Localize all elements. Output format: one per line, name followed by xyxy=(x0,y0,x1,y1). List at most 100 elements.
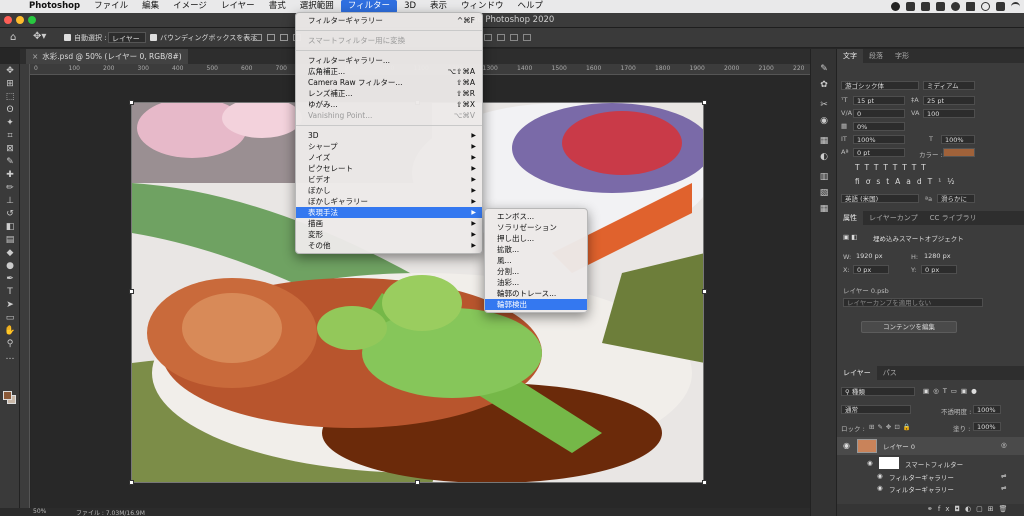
path-select-icon[interactable]: ➤ xyxy=(0,298,20,311)
edit-contents-button[interactable]: コンテンツを編集 xyxy=(861,321,957,333)
align-right-icon[interactable] xyxy=(280,34,288,41)
transform-handle[interactable] xyxy=(702,100,707,105)
tracking-field[interactable]: 100 xyxy=(923,109,975,118)
transform-handle[interactable] xyxy=(129,289,134,294)
menu-item[interactable]: 拡散... xyxy=(485,244,587,255)
layer-row[interactable]: ◉ フィルターギャラリー ⇌ xyxy=(837,482,1024,494)
menu-edit[interactable]: 編集 xyxy=(135,0,166,13)
filter-options-icon[interactable]: ⇌ xyxy=(1001,472,1006,480)
tab-layer-comps[interactable]: レイヤーカンプ xyxy=(863,211,924,225)
eye-icon[interactable]: ◉ xyxy=(843,441,850,450)
bbox-checkbox[interactable] xyxy=(150,34,157,41)
tab-paragraph[interactable]: 段落 xyxy=(863,49,889,63)
more-tools-icon[interactable]: … xyxy=(0,350,20,363)
styles-icon[interactable]: ◐ xyxy=(811,149,837,165)
file-size-info[interactable]: ファイル : 7.03M/16.9M xyxy=(76,508,145,516)
layer-comp-select[interactable]: レイヤーカンプを適用しない xyxy=(843,298,983,307)
auto-select-dropdown[interactable]: レイヤー xyxy=(108,32,146,43)
layer-row[interactable]: ◉ フィルターギャラリー ⇌ xyxy=(837,470,1024,482)
menu-layer[interactable]: レイヤー xyxy=(214,0,262,13)
tab-layers[interactable]: レイヤー xyxy=(837,366,877,380)
vertical-scale-field[interactable]: 100% xyxy=(853,135,905,144)
cloud-icon[interactable] xyxy=(906,2,915,11)
3d-pan-icon[interactable] xyxy=(510,34,518,41)
eye-icon[interactable]: ◉ xyxy=(867,459,873,467)
line-icon[interactable] xyxy=(891,2,900,11)
eyedropper-icon[interactable]: ✎ xyxy=(0,155,20,168)
width-field[interactable]: 1920 px xyxy=(853,252,903,261)
swatches-icon[interactable]: ▦ xyxy=(811,133,837,149)
zoom-icon[interactable]: ⚲ xyxy=(0,337,20,350)
menu-item[interactable]: 輪郭検出 xyxy=(485,299,587,310)
eye-icon[interactable]: ◉ xyxy=(877,484,883,492)
transform-handle[interactable] xyxy=(129,100,134,105)
history-brush-icon[interactable]: ↺ xyxy=(0,207,20,220)
text-color-swatch[interactable] xyxy=(943,148,975,157)
3d-roll-icon[interactable] xyxy=(497,34,505,41)
menu-image[interactable]: イメージ xyxy=(166,0,214,13)
blur-icon[interactable]: ◆ xyxy=(0,246,20,259)
menu-item[interactable]: 3D ▶ xyxy=(296,130,482,141)
kerning-field[interactable]: 0 xyxy=(853,109,905,118)
lasso-icon[interactable]: ʘ xyxy=(0,103,20,116)
paths-icon[interactable]: ▧ xyxy=(811,185,837,201)
zoom-window-button[interactable] xyxy=(28,16,36,24)
tsume-field[interactable]: 0% xyxy=(853,122,905,131)
opacity-field[interactable]: 100% xyxy=(973,405,1001,414)
blend-mode-select[interactable]: 通常 xyxy=(841,405,911,414)
menu-item[interactable]: 描画 ▶ xyxy=(296,218,482,229)
filter-options-icon[interactable]: ⇌ xyxy=(1001,484,1006,492)
dodge-icon[interactable]: ● xyxy=(0,259,20,272)
menu-item[interactable]: 押し出し... xyxy=(485,233,587,244)
menu-item[interactable]: ぼかし ▶ xyxy=(296,185,482,196)
layer-row[interactable]: ◉ レイヤー 0 ◎ xyxy=(837,437,1024,455)
menu-item[interactable]: 変形 ▶ xyxy=(296,229,482,240)
menu-app[interactable]: Photoshop xyxy=(22,0,87,13)
menu-item[interactable]: ぼかしギャラリー ▶ xyxy=(296,196,482,207)
clock-icon[interactable] xyxy=(981,2,990,11)
menu-item[interactable]: 表現手法 ▶ xyxy=(296,207,482,218)
grid-icon[interactable]: ▦ xyxy=(811,201,837,217)
auto-select-checkbox[interactable] xyxy=(64,34,71,41)
lock-icons[interactable]: ⊞✎✥⊡🔒 xyxy=(869,423,914,431)
x-field[interactable]: 0 px xyxy=(853,265,889,274)
menu-item[interactable]: ビデオ ▶ xyxy=(296,174,482,185)
brush-settings-icon[interactable]: ✎ xyxy=(811,61,837,77)
font-style-select[interactable]: ミディアム xyxy=(923,81,975,90)
frame-icon[interactable]: ⊠ xyxy=(0,142,20,155)
text-style-buttons[interactable]: TTTTTTTT xyxy=(855,163,931,172)
menu-help[interactable]: ヘルプ xyxy=(511,0,551,13)
font-family-select[interactable]: 游ゴシック体 xyxy=(841,81,919,90)
shield-icon[interactable] xyxy=(996,2,1005,11)
move-icon[interactable]: ✥ xyxy=(0,64,20,77)
transform-handle[interactable] xyxy=(702,289,707,294)
tab-properties[interactable]: 属性 xyxy=(837,211,863,225)
menu-item[interactable]: ゆがみ... ⇧⌘X xyxy=(296,99,482,110)
transform-handle[interactable] xyxy=(702,480,707,485)
artboard-icon[interactable]: ⊞ xyxy=(0,77,20,90)
antialias-select[interactable]: 滑らかに xyxy=(937,194,975,203)
menu-item[interactable]: 輪郭のトレース... xyxy=(485,288,587,299)
baseline-field[interactable]: 0 pt xyxy=(853,148,905,157)
adjustments-icon[interactable]: ✂ xyxy=(811,97,837,113)
magic-wand-icon[interactable]: ✦ xyxy=(0,116,20,129)
hand-icon[interactable]: ✋ xyxy=(0,324,20,337)
close-tab-icon[interactable]: × xyxy=(32,52,38,61)
tab-glyphs[interactable]: 字形 xyxy=(889,49,915,63)
tab-cc-libraries[interactable]: CC ライブラリ xyxy=(924,211,983,225)
opentype-buttons[interactable]: ﬁơstAadT¹½ xyxy=(855,177,961,186)
transform-handle[interactable] xyxy=(415,480,420,485)
marquee-icon[interactable]: ⬚ xyxy=(0,90,20,103)
menu-item[interactable]: フィルターギャラリー... xyxy=(296,55,482,66)
layer-row[interactable]: ◉ スマートフィルター xyxy=(837,457,1024,469)
rectangle-icon[interactable]: ▭ xyxy=(0,311,20,324)
menu-item[interactable]: ソラリゼーション xyxy=(485,222,587,233)
evernote-icon[interactable] xyxy=(921,2,930,11)
zoom-level[interactable]: 50% xyxy=(33,508,46,515)
3d-orbit-icon[interactable] xyxy=(484,34,492,41)
crop-icon[interactable]: ⌗ xyxy=(0,129,20,142)
stamp-icon[interactable]: ⊥ xyxy=(0,194,20,207)
menu-file[interactable]: ファイル xyxy=(87,0,135,13)
mail-icon[interactable] xyxy=(966,2,975,11)
wifi-icon[interactable] xyxy=(1011,2,1020,11)
